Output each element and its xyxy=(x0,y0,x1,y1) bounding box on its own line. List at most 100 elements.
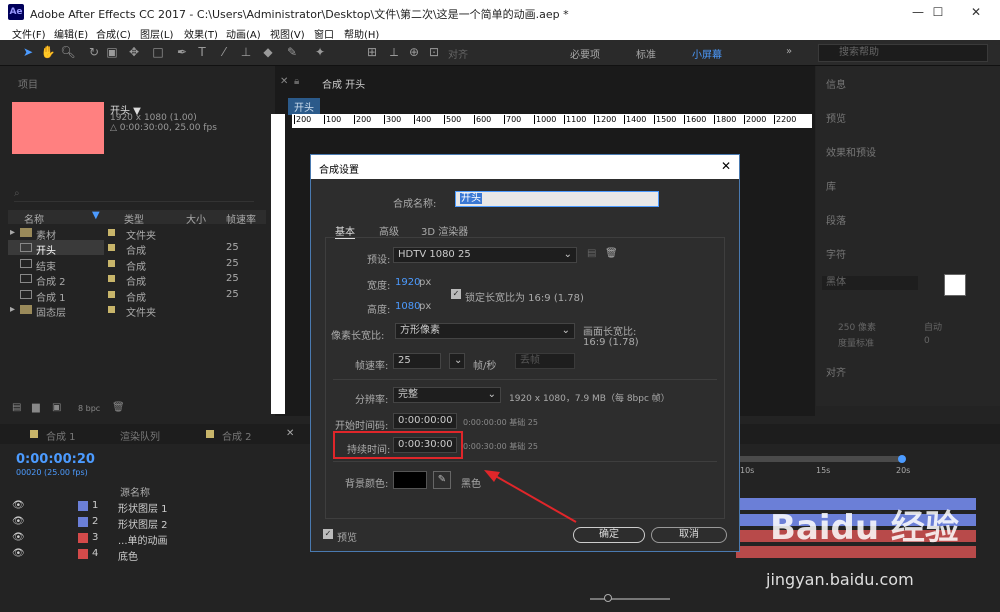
width-value[interactable]: 1920 xyxy=(395,277,420,288)
lock-icon[interactable]: 🔒︎ xyxy=(294,76,299,87)
menu-file[interactable]: 文件(F) xyxy=(12,26,46,41)
pan-behind-tool-icon[interactable]: ✥ xyxy=(126,44,142,60)
view-axis-icon[interactable]: ⊡ xyxy=(426,44,442,60)
maximize-icon[interactable]: ☐ xyxy=(918,2,958,22)
align-checkbox-label[interactable]: 对齐 xyxy=(448,46,468,61)
new-folder-icon[interactable]: ▆ xyxy=(32,402,40,413)
interpret-footage-icon[interactable]: ▤ xyxy=(12,402,21,413)
pen-tool-icon[interactable]: ✒ xyxy=(174,44,190,60)
audio-panel-tab[interactable]: 预览 xyxy=(826,110,846,125)
font-size-value[interactable]: 250 像素 xyxy=(838,320,876,333)
preview-checkbox[interactable]: ✓ xyxy=(323,529,333,539)
start-timecode-input[interactable]: 0:00:00:00 xyxy=(393,413,457,429)
save-preset-icon[interactable]: ▤ xyxy=(587,248,596,259)
comp-viewer-tab[interactable]: 合成 开头 xyxy=(322,76,365,91)
selection-tool-icon[interactable]: ➤ xyxy=(20,44,36,60)
visibility-eye-icon[interactable]: 👁︎ xyxy=(12,532,25,543)
delete-preset-icon[interactable]: 🗑︎ xyxy=(605,248,618,259)
eraser-tool-icon[interactable]: ◆ xyxy=(260,44,276,60)
work-area-end-handle[interactable] xyxy=(898,455,906,463)
layer-name[interactable]: 形状图层 1 xyxy=(118,500,168,515)
height-value[interactable]: 1080 xyxy=(395,301,420,312)
effects-presets-panel-tab[interactable]: 效果和预设 xyxy=(826,144,876,159)
project-search-input[interactable]: ⌕ xyxy=(14,188,254,202)
layer-name[interactable]: ...单的动画 xyxy=(118,532,168,547)
zoom-slider-handle[interactable] xyxy=(604,594,612,602)
project-item-ending[interactable]: 结束 合成 25 xyxy=(8,256,266,273)
rotate-tool-icon[interactable]: ↻ xyxy=(86,44,102,60)
cancel-button[interactable]: 取消 xyxy=(651,527,727,543)
resolution-select[interactable]: 完整 ⌄ xyxy=(393,387,501,403)
libraries-panel-tab[interactable]: 库 xyxy=(826,178,836,193)
leading-value[interactable]: 自动 xyxy=(924,320,942,333)
current-timecode[interactable]: 0:00:00:20 xyxy=(16,452,95,467)
sort-arrow-icon[interactable]: ▼ xyxy=(92,210,100,221)
menu-help[interactable]: 帮助(H) xyxy=(344,26,379,41)
roto-tool-icon[interactable]: ✎ xyxy=(284,44,300,60)
lock-aspect-label[interactable]: 锁定长宽比为 16:9 (1.78) xyxy=(465,289,584,304)
layer-label-color[interactable] xyxy=(78,549,88,559)
hand-tool-icon[interactable]: ✋ xyxy=(40,44,56,60)
new-composition-icon[interactable]: ▣ xyxy=(52,402,61,413)
project-item-solids[interactable]: ▸ 固态层 文件夹 xyxy=(8,302,266,319)
workspace-essentials[interactable]: 必要项 xyxy=(570,46,600,61)
puppet-tool-icon[interactable]: ✦ xyxy=(312,44,328,60)
zoom-slider[interactable] xyxy=(590,598,670,600)
menu-window[interactable]: 窗口 xyxy=(314,26,334,41)
world-axis-icon[interactable]: ⊕ xyxy=(406,44,422,60)
visibility-eye-icon[interactable]: 👁︎ xyxy=(12,516,25,527)
timeline-tab-comp1[interactable]: 合成 1 xyxy=(46,428,76,443)
help-search-input[interactable]: 搜索帮助 xyxy=(818,44,988,62)
comp-name-input[interactable]: 开头 xyxy=(455,191,659,207)
column-name[interactable]: 名称 xyxy=(24,211,44,226)
dialog-close-icon[interactable]: ✕ xyxy=(721,159,731,173)
close-tab-icon[interactable]: ✕ xyxy=(280,76,288,87)
brush-tool-icon[interactable]: ⁄ xyxy=(216,44,232,60)
expand-arrow-icon[interactable]: ▸ xyxy=(10,227,15,238)
menu-composition[interactable]: 合成(C) xyxy=(96,26,131,41)
workspace-more-icon[interactable]: » xyxy=(786,46,792,57)
column-fps[interactable]: 帧速率 xyxy=(226,211,256,226)
work-area-bar[interactable] xyxy=(736,456,902,462)
frame-rate-input[interactable]: 25 xyxy=(393,353,441,369)
project-item-footage[interactable]: ▸ 素材 文件夹 xyxy=(8,225,266,242)
background-color-swatch[interactable] xyxy=(393,471,427,489)
info-panel-tab[interactable]: 信息 xyxy=(826,76,846,91)
rectangle-tool-icon[interactable]: □ xyxy=(150,44,166,60)
eyedropper-icon[interactable]: ✎ xyxy=(433,471,451,489)
visibility-eye-icon[interactable]: 👁︎ xyxy=(12,500,25,511)
clone-tool-icon[interactable]: ⊥ xyxy=(238,44,254,60)
layer-label-color[interactable] xyxy=(78,501,88,511)
text-tool-icon[interactable]: T xyxy=(194,44,210,60)
menu-animation[interactable]: 动画(A) xyxy=(226,26,261,41)
column-size[interactable]: 大小 xyxy=(186,211,206,226)
timeline-tab-render-queue[interactable]: 渲染队列 xyxy=(120,428,160,443)
preset-select[interactable]: HDTV 1080 25 ⌄ xyxy=(393,247,577,263)
character-panel-tab[interactable]: 字符 xyxy=(826,246,846,261)
tracking-value[interactable]: 0 xyxy=(924,336,930,346)
kerning-value[interactable]: 度量标准 xyxy=(838,336,874,349)
zoom-tool-icon[interactable]: 🔍︎ xyxy=(60,44,76,60)
close-icon[interactable]: ✕ xyxy=(956,2,996,22)
comp-breadcrumb[interactable]: 开头 xyxy=(288,98,320,115)
visibility-eye-icon[interactable]: 👁︎ xyxy=(12,548,25,559)
menu-view[interactable]: 视图(V) xyxy=(270,26,305,41)
frame-rate-dropdown[interactable]: ⌄ xyxy=(449,353,465,369)
paragraph-panel-tab[interactable]: 段落 xyxy=(826,212,846,227)
font-family-select[interactable]: 黑体 xyxy=(822,276,918,290)
camera-tool-icon[interactable]: ▣ xyxy=(104,44,120,60)
tab-advanced[interactable]: 高级 xyxy=(379,223,399,238)
layer-name[interactable]: 底色 xyxy=(118,548,138,563)
timeline-tab-close-icon[interactable]: ✕ xyxy=(286,428,294,439)
workspace-small-screen[interactable]: 小屏幕 xyxy=(692,46,722,61)
axis-icon[interactable]: ⟂ xyxy=(386,44,402,60)
workspace-standard[interactable]: 标准 xyxy=(636,46,656,61)
preview-label[interactable]: 预览 xyxy=(337,529,357,544)
pixel-aspect-select[interactable]: 方形像素 ⌄ xyxy=(395,323,575,339)
layer-name[interactable]: 形状图层 2 xyxy=(118,516,168,531)
project-item-comp1[interactable]: 合成 1 合成 25 xyxy=(8,287,266,304)
timeline-tab-comp2[interactable]: 合成 2 xyxy=(222,428,252,443)
snap-icon[interactable]: ⊞ xyxy=(364,44,380,60)
project-item-comp2[interactable]: 合成 2 合成 25 xyxy=(8,271,266,288)
menu-effect[interactable]: 效果(T) xyxy=(184,26,218,41)
